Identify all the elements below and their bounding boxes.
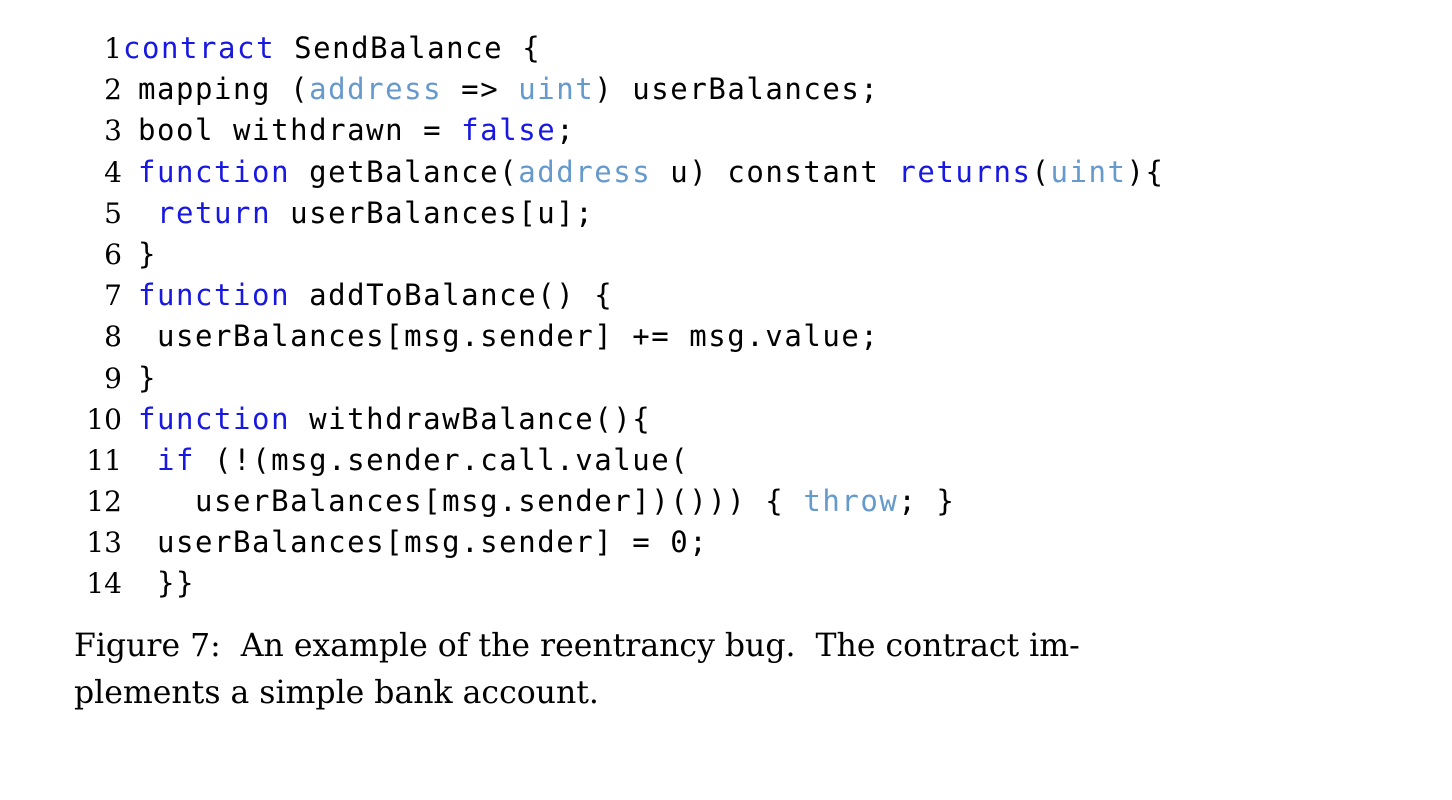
code-plain (138, 196, 157, 230)
code-text: } (122, 358, 157, 399)
code-line: 6} (78, 234, 1398, 275)
code-type-keyword: uint (518, 72, 595, 107)
caption-line-2: plements a simple bank account. (74, 675, 599, 711)
code-keyword: false (461, 113, 557, 148)
code-plain: } (138, 236, 158, 271)
code-plain: userBalances[msg.sender] += msg.value; (138, 319, 880, 354)
code-text: }} (122, 563, 195, 604)
code-line: 11 if (!(msg.sender.call.value( (78, 440, 1398, 481)
code-keyword: return (157, 195, 272, 230)
code-keyword: function (138, 401, 291, 436)
code-type-keyword: uint (1050, 154, 1127, 189)
code-keyword: function (138, 278, 291, 313)
code-text: mapping (address => uint) userBalances; (122, 69, 879, 110)
code-line: 2 mapping (address => uint) userBalances; (78, 69, 1398, 110)
line-number: 13 (86, 526, 122, 560)
line-number: 7 (104, 279, 122, 313)
figure-caption: Figure 7: An example of the reentrancy b… (74, 623, 1384, 717)
code-keyword: if (157, 442, 196, 477)
code-text: bool withdrawn = false; (122, 110, 575, 151)
line-number: 11 (86, 443, 122, 477)
line-number: 8 (104, 320, 122, 354)
code-line: 12 userBalances[msg.sender])())) { throw… (78, 481, 1398, 522)
code-keyword: contract (123, 31, 276, 65)
code-plain: u) constant (651, 154, 899, 189)
line-number: 4 (104, 155, 122, 189)
code-line: 8 userBalances[msg.sender] += msg.value; (78, 316, 1398, 357)
code-text: } (122, 234, 157, 275)
code-plain (138, 443, 157, 477)
code-type-keyword: address (518, 154, 652, 189)
line-number: 9 (104, 361, 122, 395)
code-line: 13 userBalances[msg.sender] = 0; (78, 522, 1398, 563)
code-plain: userBalances[u]; (271, 195, 595, 230)
code-text: contract SendBalance { (122, 28, 541, 69)
code-plain: ; } (898, 484, 956, 519)
figure-reentrancy-bug: 1 contract SendBalance {2 mapping (address… (0, 0, 1452, 800)
code-line: 5 return userBalances[u]; (78, 193, 1398, 234)
code-plain: (!(msg.sender.call.value( (195, 442, 690, 477)
code-text: userBalances[msg.sender] += msg.value; (122, 316, 879, 357)
code-plain: withdrawBalance(){ (290, 401, 652, 436)
caption-line-1: Figure 7: An example of the reentrancy b… (74, 628, 1080, 664)
code-plain: getBalance( (290, 154, 519, 189)
code-plain: ) userBalances; (594, 72, 880, 107)
code-listing: 1 contract SendBalance {2 mapping (address… (78, 28, 1398, 605)
code-keyword: returns (898, 154, 1032, 189)
code-plain: SendBalance { (275, 31, 542, 65)
code-line: 1 contract SendBalance { (78, 28, 1398, 69)
code-type-keyword: throw (803, 484, 899, 519)
code-plain: bool withdrawn = (138, 113, 462, 148)
line-number: 1 (104, 32, 122, 65)
line-number: 12 (86, 485, 122, 519)
code-plain: addToBalance() { (290, 278, 614, 313)
code-plain: userBalances[msg.sender])())) { (138, 484, 804, 519)
code-plain: ; (556, 113, 576, 148)
code-plain: }} (138, 566, 196, 601)
code-plain: userBalances[msg.sender] = 0; (138, 525, 709, 560)
code-text: userBalances[msg.sender])())) { throw; } (122, 481, 955, 522)
code-plain: mapping ( (138, 72, 310, 107)
line-number: 5 (104, 196, 122, 230)
line-number: 3 (104, 114, 122, 148)
code-text: function addToBalance() { (122, 275, 613, 316)
line-number: 10 (86, 402, 122, 436)
code-plain: => (442, 72, 519, 107)
line-number: 6 (104, 237, 122, 271)
code-line: 4 function getBalance(address u) constant… (78, 152, 1398, 193)
code-line: 10 function withdrawBalance(){ (78, 399, 1398, 440)
code-plain: ){ (1126, 154, 1165, 189)
line-number: 2 (104, 73, 122, 107)
code-plain: ( (1031, 154, 1051, 189)
code-type-keyword: address (309, 72, 443, 107)
line-number: 14 (86, 567, 122, 601)
code-line: 7 function addToBalance() { (78, 275, 1398, 316)
code-text: function getBalance(address u) constant … (122, 152, 1165, 193)
code-keyword: function (138, 154, 291, 189)
code-plain: } (138, 360, 158, 395)
code-line: 9} (78, 358, 1398, 399)
code-text: function withdrawBalance(){ (122, 399, 651, 440)
code-text: return userBalances[u]; (122, 193, 594, 234)
code-text: if (!(msg.sender.call.value( (122, 440, 689, 481)
code-line: 14 }} (78, 563, 1398, 604)
code-text: userBalances[msg.sender] = 0; (122, 522, 708, 563)
code-line: 3 bool withdrawn = false; (78, 110, 1398, 151)
